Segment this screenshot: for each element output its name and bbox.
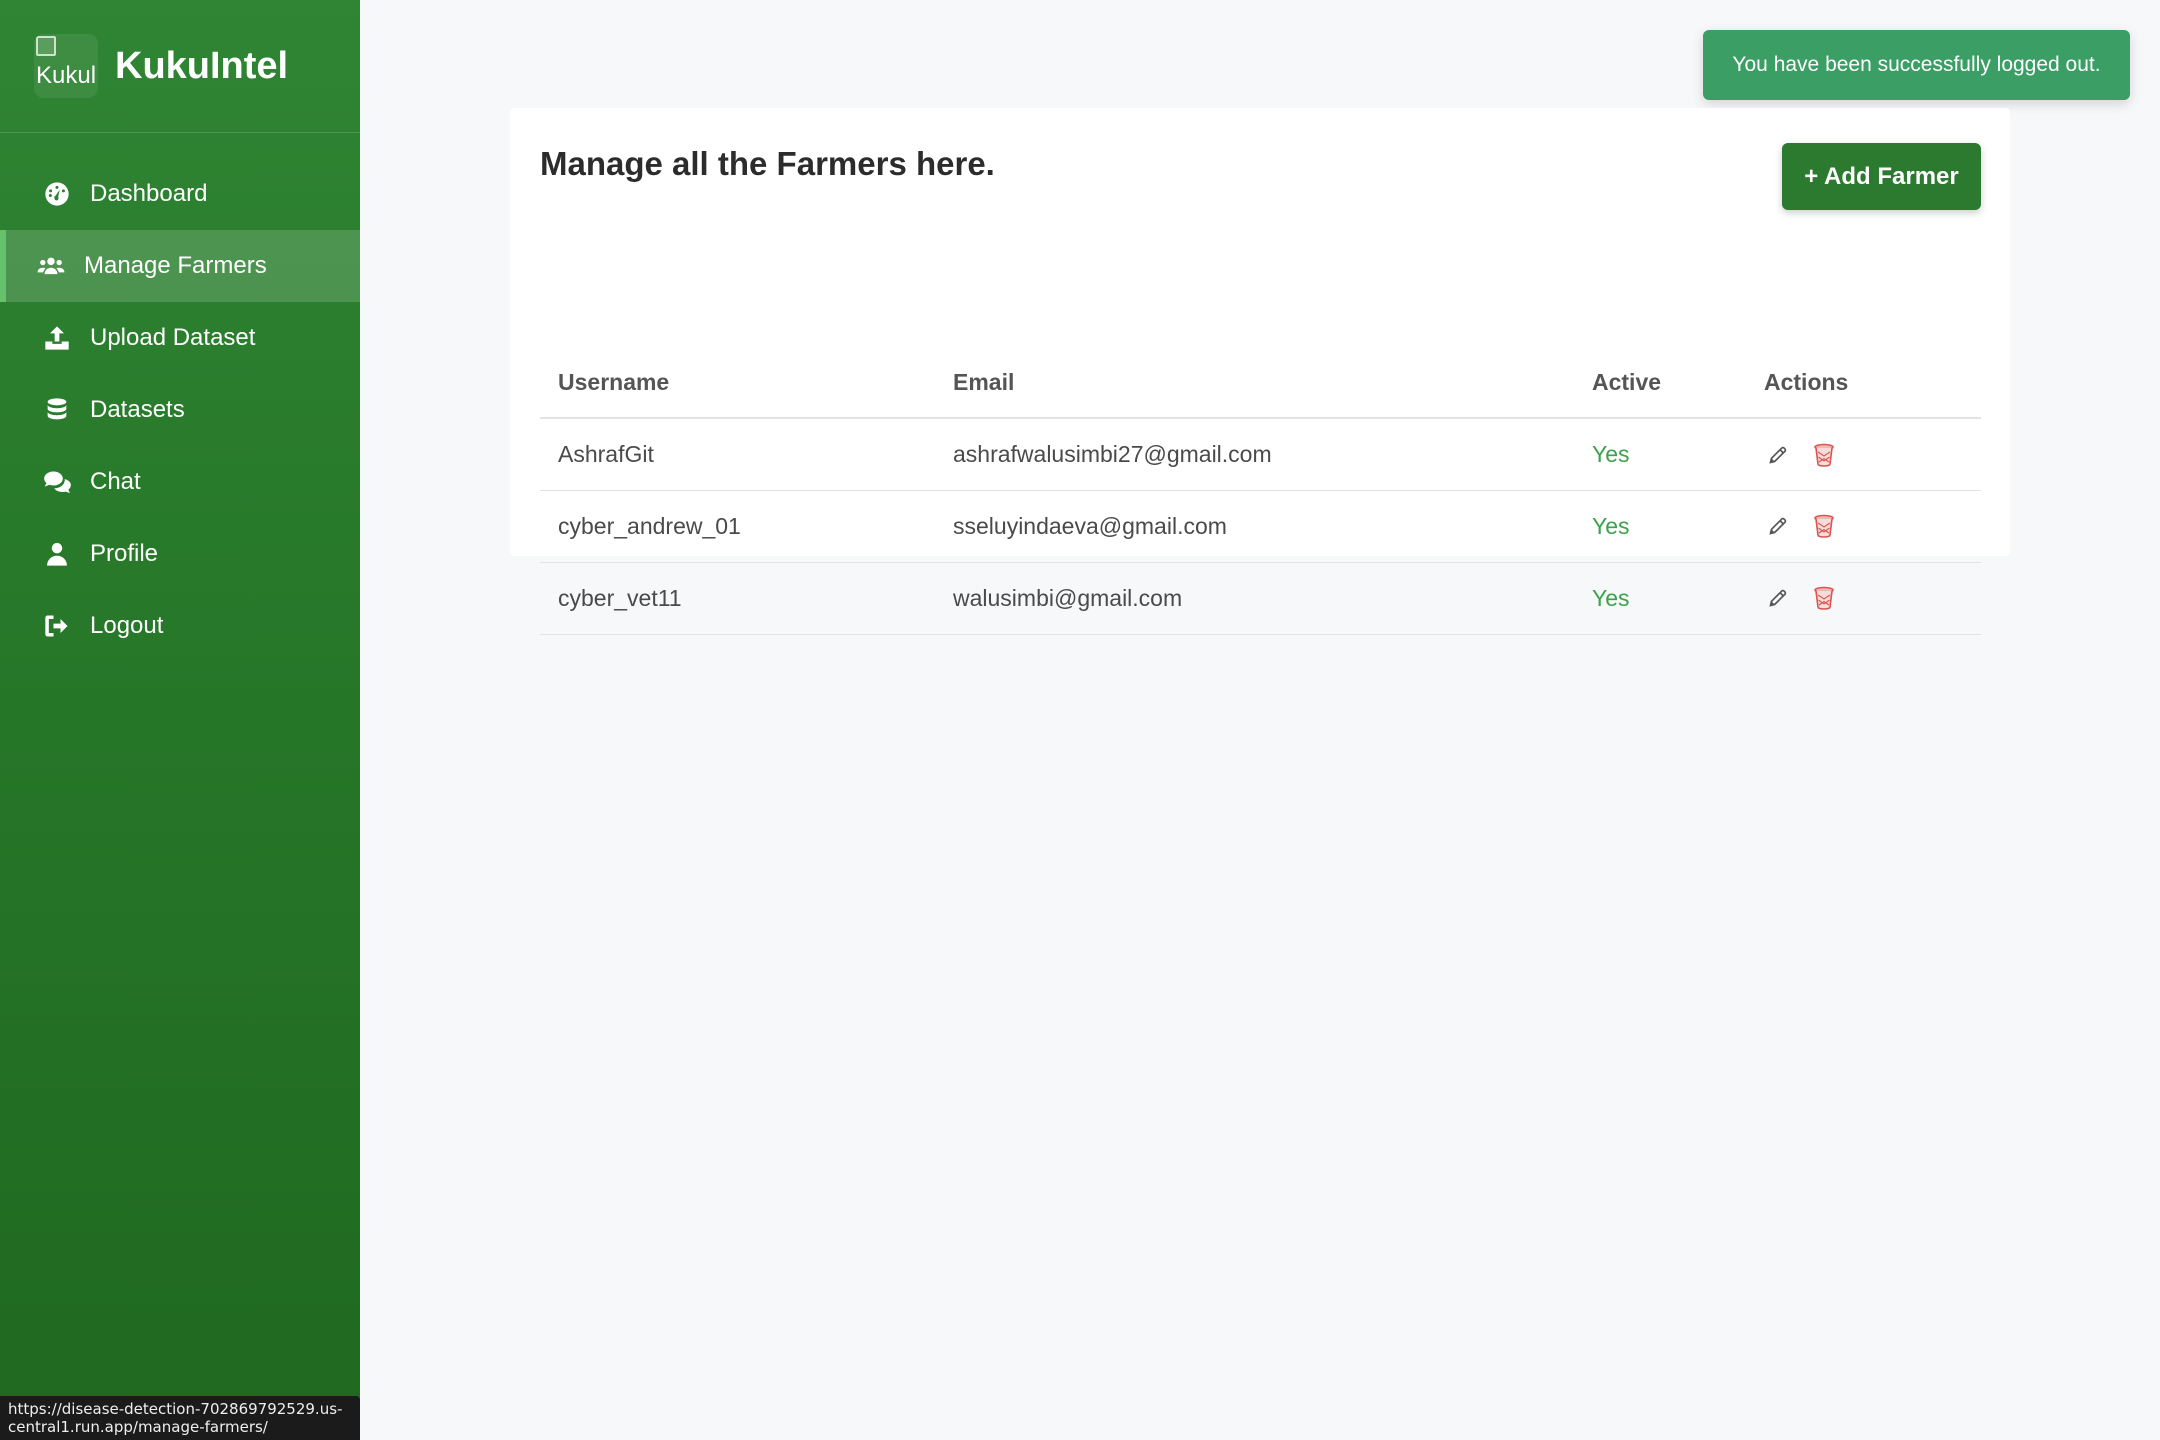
sidebar-item-label: Logout: [90, 612, 164, 639]
column-header-actions: Actions: [1764, 348, 1981, 419]
cell-actions: [1764, 562, 1981, 635]
delete-trash-icon[interactable]: [1810, 512, 1838, 540]
sidebar-item-dashboard[interactable]: Dashboard: [0, 158, 360, 230]
delete-trash-icon[interactable]: [1810, 584, 1838, 612]
toast-message: You have been successfully logged out.: [1732, 53, 2101, 76]
cell-active: Yes: [1574, 490, 1764, 563]
cell-email: sseluyindaeva@gmail.com: [935, 490, 1574, 563]
cell-actions: [1764, 490, 1981, 563]
chat-icon: [40, 465, 74, 499]
sidebar-item-datasets[interactable]: Datasets: [0, 374, 360, 446]
sidebar-item-chat[interactable]: Chat: [0, 446, 360, 518]
cell-username: cyber_vet11: [540, 562, 935, 635]
upload-icon: [40, 321, 74, 355]
logo-alt-text: Kukul: [36, 62, 97, 89]
column-header-active: Active: [1574, 348, 1764, 419]
status-bar-url: https://disease-detection-702869792529.u…: [0, 1396, 360, 1440]
dashboard-icon: [40, 177, 74, 211]
sidebar-item-label: Dashboard: [90, 180, 208, 207]
user-icon: [40, 537, 74, 571]
sidebar-item-manage-farmers[interactable]: Manage Farmers: [0, 230, 360, 302]
logout-toast[interactable]: You have been successfully logged out.: [1703, 30, 2130, 100]
sidebar-item-logout[interactable]: Logout: [0, 590, 360, 662]
edit-pencil-icon[interactable]: [1764, 441, 1792, 469]
cell-username: AshrafGit: [540, 418, 935, 491]
edit-pencil-icon[interactable]: [1764, 512, 1792, 540]
logout-icon: [40, 609, 74, 643]
sidebar-item-label: Datasets: [90, 396, 185, 423]
column-header-email: Email: [935, 348, 1574, 419]
cell-active: Yes: [1574, 418, 1764, 491]
table-row: cyber_andrew_01 sseluyindaeva@gmail.com …: [540, 490, 1981, 563]
sidebar-item-profile[interactable]: Profile: [0, 518, 360, 590]
cell-active: Yes: [1574, 562, 1764, 635]
brand-name[interactable]: KukuIntel: [115, 45, 288, 88]
delete-trash-icon[interactable]: [1810, 441, 1838, 469]
cell-email: ashrafwalusimbi27@gmail.com: [935, 418, 1574, 491]
users-icon: [34, 249, 68, 283]
brand-logo[interactable]: Kukul: [34, 34, 98, 98]
farmers-card: Manage all the Farmers here. + Add Farme…: [510, 108, 2010, 635]
column-header-username: Username: [540, 348, 935, 419]
page-title: Manage all the Farmers here.: [540, 145, 995, 182]
broken-image-icon: [36, 36, 56, 56]
edit-pencil-icon[interactable]: [1764, 584, 1792, 612]
database-icon: [40, 393, 74, 427]
sidebar-item-label: Profile: [90, 540, 159, 567]
sidebar: Kukul KukuIntel Dashboard Manage Farmers…: [0, 0, 360, 1440]
table-header-row: Username Email Active Actions: [540, 348, 1981, 419]
table-row: AshrafGit ashrafwalusimbi27@gmail.com Ye…: [540, 418, 1981, 491]
farmers-table: Username Email Active Actions AshrafGit …: [540, 348, 1981, 635]
cell-actions: [1764, 418, 1981, 491]
sidebar-item-label: Chat: [90, 468, 141, 495]
sidebar-item-upload-dataset[interactable]: Upload Dataset: [0, 302, 360, 374]
add-farmer-button[interactable]: + Add Farmer: [1782, 143, 1981, 210]
sidebar-item-label: Manage Farmers: [84, 252, 267, 279]
brand: Kukul KukuIntel: [0, 0, 360, 133]
sidebar-item-label: Upload Dataset: [90, 324, 256, 351]
sidebar-nav: Dashboard Manage Farmers Upload Dataset …: [0, 133, 360, 662]
cell-email: walusimbi@gmail.com: [935, 562, 1574, 635]
cell-username: cyber_andrew_01: [540, 490, 935, 563]
table-row: cyber_vet11 walusimbi@gmail.com Yes: [540, 562, 1981, 635]
